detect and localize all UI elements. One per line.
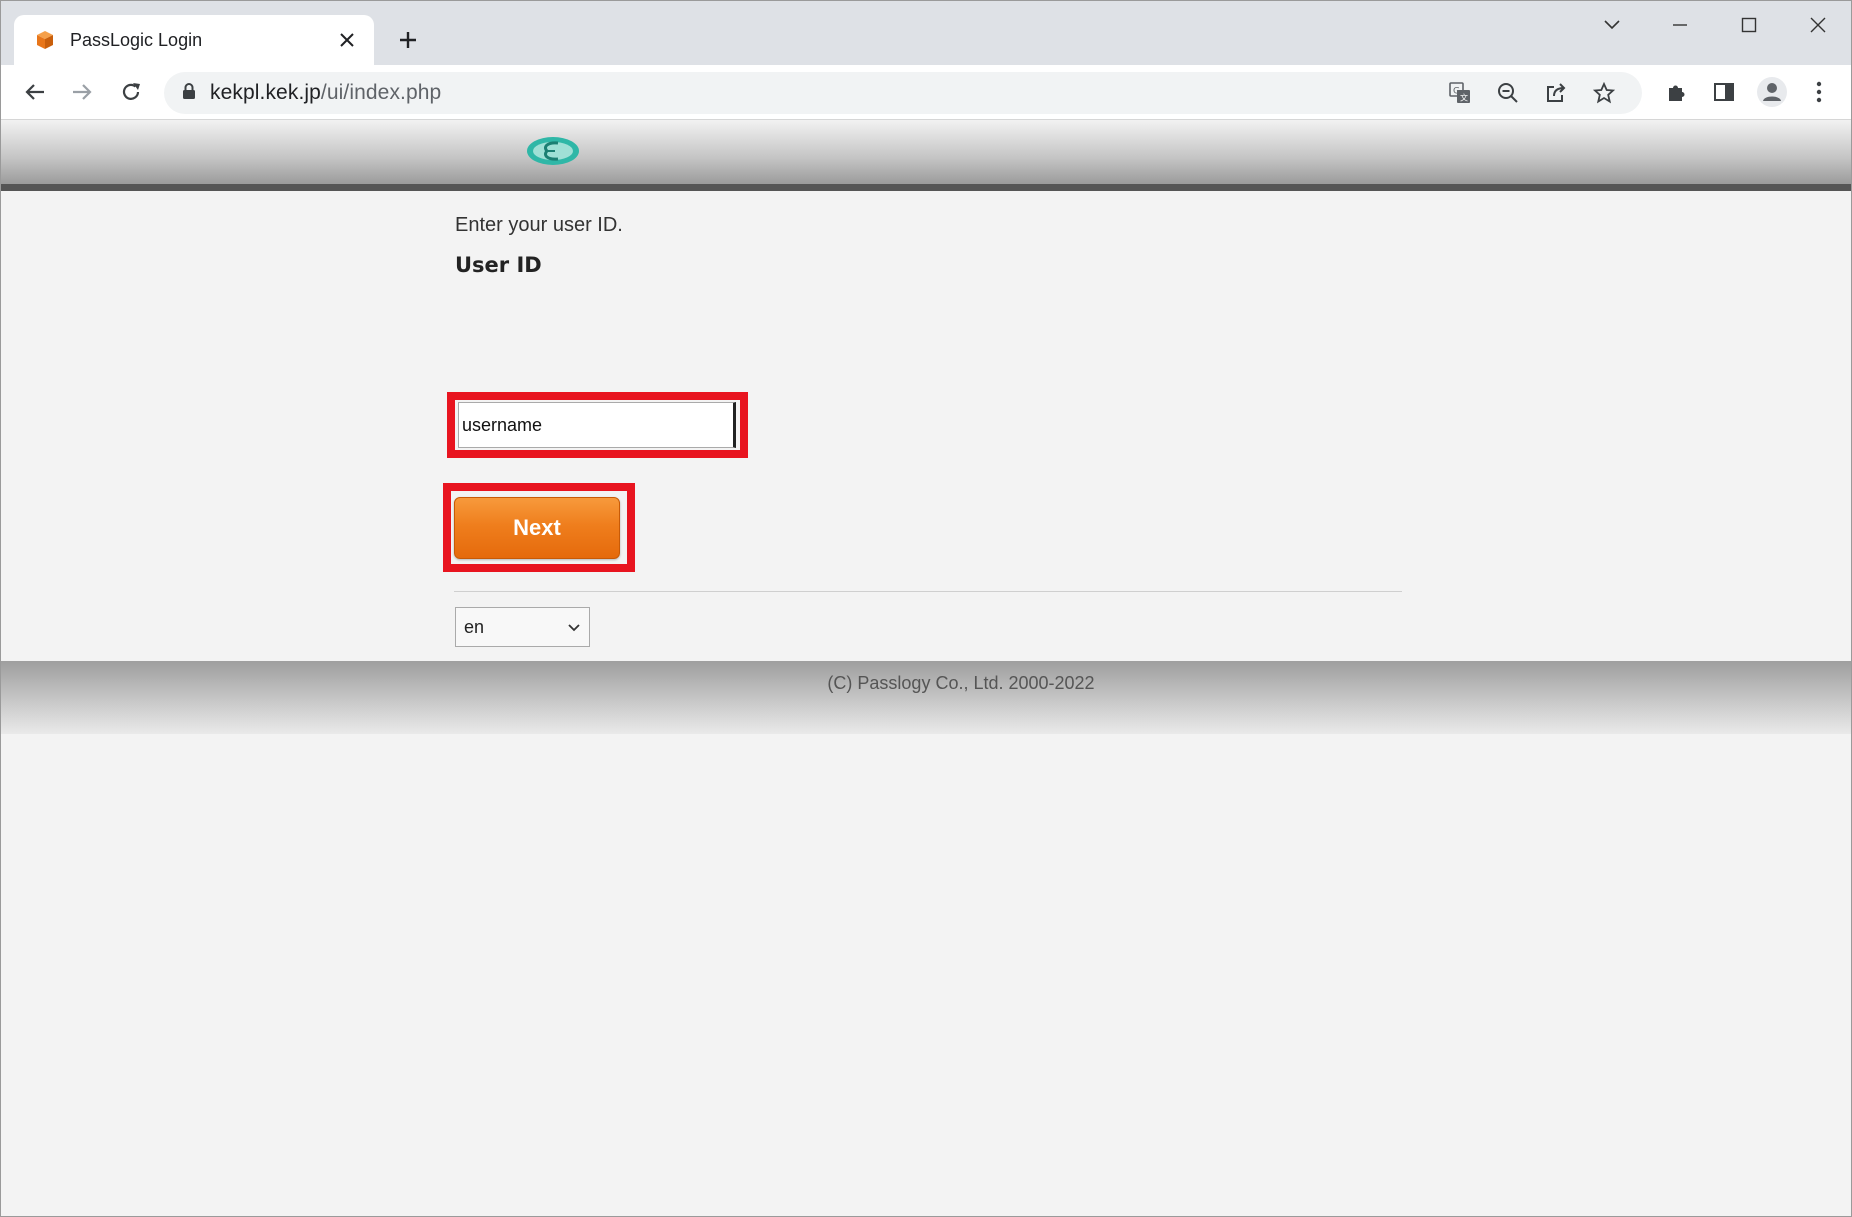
side-panel-icon[interactable] bbox=[1706, 74, 1742, 110]
arrow-left-icon[interactable] bbox=[17, 74, 53, 110]
language-select[interactable]: en bbox=[455, 607, 590, 647]
close-icon[interactable] bbox=[334, 27, 360, 53]
star-icon[interactable] bbox=[1586, 75, 1622, 111]
profile-icon[interactable] bbox=[1754, 74, 1790, 110]
tab-passlogic-login[interactable]: PassLogic Login bbox=[14, 15, 374, 65]
browser-window: PassLogic Login kekpl.kek.jp/ui/index.ph… bbox=[0, 0, 1852, 1217]
url-text: kekpl.kek.jp/ui/index.php bbox=[210, 81, 441, 105]
close-icon[interactable] bbox=[1791, 9, 1845, 41]
copyright-text: (C) Passlogy Co., Ltd. 2000-2022 bbox=[827, 673, 1095, 693]
divider bbox=[454, 591, 1402, 592]
url-path: /ui/index.php bbox=[320, 81, 442, 104]
page-header bbox=[1, 120, 1851, 191]
page-content: Enter your user ID. User ID Next en (C) … bbox=[1, 120, 1851, 1216]
arrow-right-icon[interactable] bbox=[64, 74, 100, 110]
url-host: kekpl.kek.jp bbox=[210, 81, 321, 104]
tab-strip: PassLogic Login bbox=[1, 1, 1851, 65]
login-form: Enter your user ID. User ID bbox=[455, 210, 1402, 278]
user-id-label: User ID bbox=[455, 253, 542, 277]
tab-title: PassLogic Login bbox=[70, 29, 203, 50]
chevron-down-icon bbox=[567, 617, 581, 638]
svg-text:文: 文 bbox=[1460, 93, 1468, 103]
next-button[interactable]: Next bbox=[454, 497, 620, 559]
translate-icon[interactable]: G 文 bbox=[1442, 75, 1478, 111]
plus-icon[interactable] bbox=[391, 23, 425, 57]
puzzle-icon[interactable] bbox=[1658, 74, 1694, 110]
language-value: en bbox=[464, 616, 485, 637]
kebab-menu-icon[interactable] bbox=[1801, 74, 1837, 110]
share-icon[interactable] bbox=[1538, 75, 1574, 111]
package-icon bbox=[34, 29, 56, 51]
user-id-input[interactable] bbox=[458, 402, 736, 448]
chevron-down-icon[interactable] bbox=[1585, 9, 1639, 41]
instruction-text: Enter your user ID. bbox=[455, 214, 623, 236]
lock-icon bbox=[182, 82, 196, 104]
reload-icon[interactable] bbox=[113, 74, 149, 110]
passlogic-logo bbox=[527, 137, 579, 165]
address-bar[interactable]: kekpl.kek.jp/ui/index.php G 文 bbox=[164, 72, 1642, 114]
minimize-icon[interactable] bbox=[1653, 9, 1707, 41]
page-footer: (C) Passlogy Co., Ltd. 2000-2022 bbox=[1, 661, 1851, 734]
browser-toolbar: kekpl.kek.jp/ui/index.php G 文 bbox=[1, 65, 1851, 120]
maximize-icon[interactable] bbox=[1722, 9, 1776, 41]
zoom-out-icon[interactable] bbox=[1490, 75, 1526, 111]
